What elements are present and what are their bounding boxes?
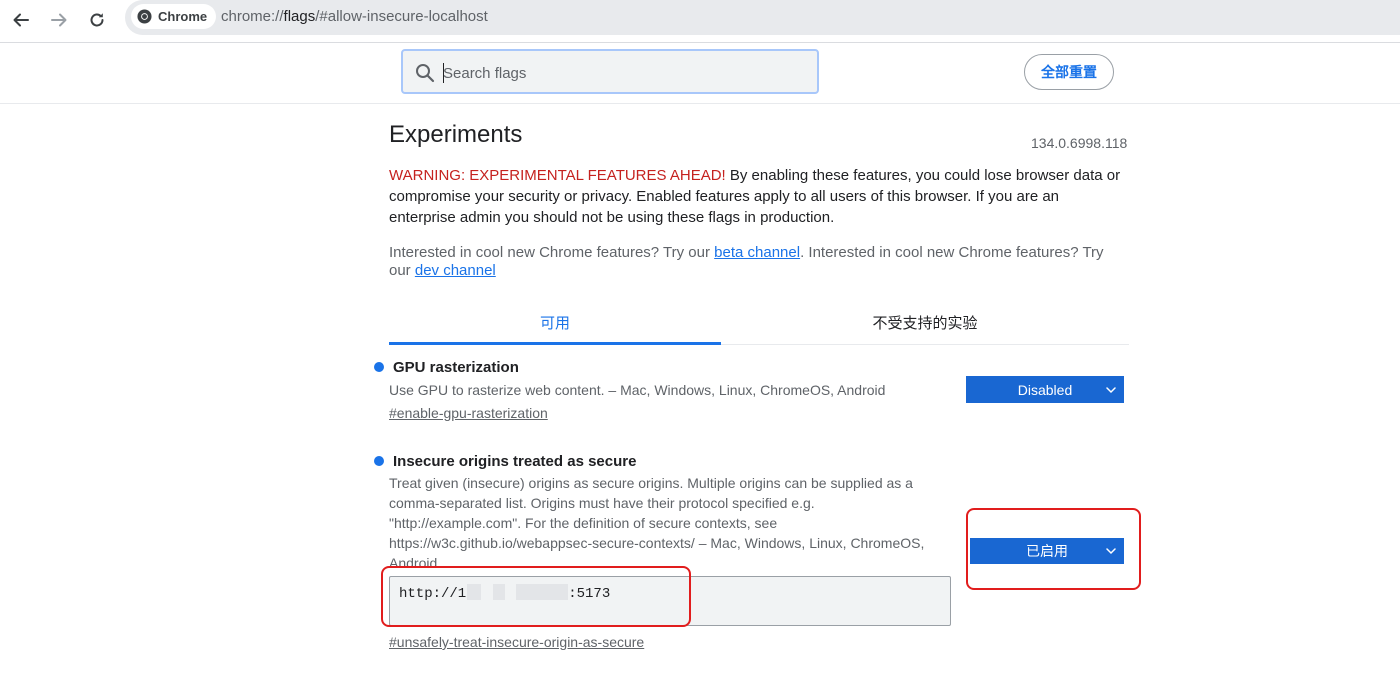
redaction-block	[467, 584, 481, 600]
chevron-down-icon	[1106, 386, 1116, 393]
redaction-block	[493, 584, 505, 600]
flag-permalink[interactable]: #unsafely-treat-insecure-origin-as-secur…	[389, 634, 644, 650]
flag-title: GPU rasterization	[393, 359, 519, 376]
warning-prefix: WARNING: EXPERIMENTAL FEATURES AHEAD!	[389, 167, 726, 184]
channels-text-1: Interested in cool new Chrome features? …	[389, 244, 715, 261]
flag-title: Insecure origins treated as secure	[393, 453, 637, 470]
reload-button[interactable]	[82, 5, 112, 35]
flag-state-value: Disabled	[1017, 381, 1073, 398]
url-host: flags	[283, 8, 316, 25]
site-chip[interactable]: Chrome	[131, 4, 217, 29]
flag-state-value: 已启用	[1026, 543, 1068, 559]
search-box[interactable]	[401, 49, 819, 94]
url-suffix: /#allow-insecure-localhost	[315, 8, 488, 25]
redaction-block	[516, 584, 568, 600]
tab-bar: 可用 不受支持的实验	[389, 302, 1129, 345]
chrome-logo-icon	[137, 9, 152, 24]
url-prefix: chrome://	[221, 8, 284, 25]
forward-button[interactable]	[44, 5, 74, 35]
address-text[interactable]: chrome://flags/#allow-insecure-localhost	[221, 8, 488, 25]
reset-all-button[interactable]: 全部重置	[1024, 54, 1114, 90]
origin-value-prefix: http://1	[399, 586, 467, 602]
arrow-left-icon	[13, 13, 29, 27]
browser-toolbar: Chrome chrome://flags/#allow-insecure-lo…	[0, 0, 1400, 43]
flag-description-line: https://w3c.github.io/webappsec-secure-c…	[389, 535, 925, 551]
dev-channel-link[interactable]: dev channel	[415, 262, 496, 279]
page-title: Experiments	[389, 121, 523, 148]
search-icon	[416, 64, 435, 83]
flag-description: Use GPU to rasterize web content. – Mac,…	[389, 382, 886, 398]
back-button[interactable]	[6, 5, 36, 35]
site-chip-label: Chrome	[158, 9, 208, 24]
flag-changed-dot	[374, 362, 384, 372]
tab-available[interactable]: 可用	[389, 302, 721, 345]
warning-text: WARNING: EXPERIMENTAL FEATURES AHEAD! By…	[389, 165, 1129, 228]
flag-changed-dot	[374, 456, 384, 466]
flag-permalink[interactable]: #enable-gpu-rasterization	[389, 405, 548, 421]
flag-description-line: comma-separated list. Origins must have …	[389, 495, 815, 511]
text-caret	[443, 63, 444, 83]
flag-state-select[interactable]: Disabled	[966, 376, 1124, 403]
version-label: 134.0.6998.118	[1031, 135, 1128, 151]
flag-description: Treat given (insecure) origins as secure…	[389, 473, 959, 567]
arrow-right-icon	[51, 13, 67, 27]
tab-unsupported[interactable]: 不受支持的实验	[721, 302, 1129, 342]
flag-description-line: "http://example.com". For the definition…	[389, 515, 778, 531]
flag-description-line: Android	[389, 555, 438, 567]
reload-icon	[90, 13, 104, 27]
beta-channel-link[interactable]: beta channel	[714, 244, 800, 261]
search-input[interactable]	[441, 58, 805, 88]
chevron-down-icon	[1106, 548, 1116, 555]
channels-text: Interested in cool new Chrome features? …	[389, 244, 1129, 280]
flag-description-line: Treat given (insecure) origins as secure…	[389, 475, 913, 491]
origin-value-suffix: :5173	[568, 586, 611, 602]
flag-state-select[interactable]: 已启用	[970, 538, 1124, 564]
